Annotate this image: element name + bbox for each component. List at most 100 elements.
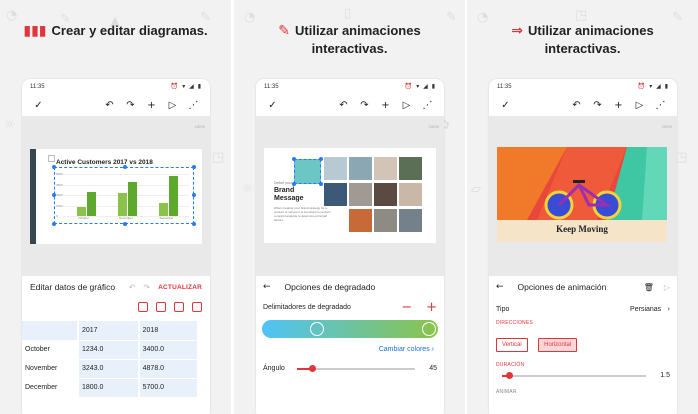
selected-shape[interactable] [292, 157, 323, 186]
duration-slider[interactable] [502, 371, 647, 379]
check-icon[interactable]: ✓ [495, 100, 516, 111]
status-time: 11:35 [30, 83, 45, 90]
back-arrow-icon[interactable]: ← [496, 282, 504, 292]
screenshot-panel-charts: ◔ ✎ ▲ ✎ ☼ ◳ ▮▮▮ Crear y editar diagramas.… [0, 0, 231, 414]
delete-icon[interactable]: 🗑 [644, 283, 654, 292]
headline-text-line2: interactivas. [311, 41, 388, 56]
x-tick-label: November [119, 216, 133, 220]
resize-handle[interactable] [192, 222, 196, 226]
undo-icon[interactable]: ↶ [333, 100, 354, 111]
redo-icon[interactable]: ↷ [120, 100, 141, 111]
insert-column-right-icon[interactable] [192, 302, 202, 312]
check-icon[interactable]: ✓ [28, 100, 49, 111]
insert-row-above-icon[interactable] [138, 302, 148, 312]
table-cell[interactable]: 3243.0 [77, 359, 139, 379]
direction-chip-horizontal[interactable]: Horizontal [538, 338, 578, 352]
type-value[interactable]: Persianas [630, 306, 661, 313]
back-arrow-icon[interactable]: ← [263, 282, 271, 292]
play-icon[interactable]: ▷ [629, 100, 650, 111]
gradient-stop-handle[interactable] [422, 322, 436, 336]
slider-knob[interactable] [506, 371, 514, 379]
photo-tile [399, 157, 422, 180]
undo-icon[interactable]: ↶ [99, 100, 120, 111]
slide-chart[interactable]: Active Customers 2017 vs 2018 6000 4500 30… [30, 149, 202, 244]
resize-handle[interactable] [123, 222, 127, 226]
decor-icon: ◳ [575, 8, 588, 23]
resize-handle[interactable] [192, 193, 196, 197]
y-tick-label: 0 [56, 214, 58, 218]
chevron-right-icon: › [431, 346, 434, 353]
slide-title-line: Message [274, 195, 304, 202]
table-cell[interactable]: 1234.0 [77, 340, 139, 360]
chart-selection[interactable]: 6000 4500 3000 1500 0 October November December [52, 165, 196, 226]
chart-bar [77, 207, 87, 216]
share-icon[interactable]: ⋰ [417, 100, 438, 111]
table-cell[interactable]: October [22, 340, 78, 360]
redo-icon[interactable]: ↷ [354, 100, 375, 111]
change-colors-link[interactable]: Cambiar colores › [256, 346, 444, 353]
gradient-stop-handle[interactable] [310, 322, 324, 336]
slide-brand[interactable]: Define your Brand Message When creating … [264, 148, 436, 243]
remove-stop-icon[interactable]: − [401, 300, 412, 315]
table-cell[interactable]: 4878.0 [137, 359, 197, 379]
slide-keep-moving[interactable]: Keep Moving [497, 147, 667, 242]
add-icon[interactable]: + [375, 100, 396, 111]
data-table: 2017 2018 October 1234.0 3400.0 November… [22, 321, 197, 398]
type-label: Tipo [496, 305, 510, 313]
zoom-level: 100% [428, 124, 439, 129]
table-row: November 3243.0 4878.0 [22, 359, 197, 379]
gradient-bar[interactable] [262, 320, 438, 338]
table-cell[interactable]: 5700.0 [137, 378, 197, 398]
play-icon[interactable]: ▷ [664, 283, 670, 292]
add-stop-icon[interactable]: + [426, 300, 437, 315]
slider-knob[interactable] [308, 364, 316, 372]
resize-handle[interactable] [52, 165, 56, 169]
insert-column-left-icon[interactable] [174, 302, 184, 312]
angle-slider[interactable] [296, 364, 416, 372]
resize-handle[interactable] [52, 222, 56, 226]
table-cell[interactable]: December [22, 378, 78, 398]
status-bar: 11:35 ⏰ ▾ ◢ ▮ [22, 79, 210, 94]
undo-icon[interactable]: ↶ [566, 100, 587, 111]
insert-row-below-icon[interactable] [156, 302, 166, 312]
table-cell[interactable]: 2018 [137, 321, 197, 341]
table-cell[interactable]: 2017 [77, 321, 139, 341]
table-cell[interactable]: 3400.0 [137, 340, 197, 360]
table-cell[interactable]: 1800.0 [77, 378, 139, 398]
resize-handle[interactable] [123, 165, 127, 169]
play-icon[interactable]: ▷ [162, 100, 183, 111]
add-icon[interactable]: + [141, 100, 162, 111]
animation-options-sheet: ← Opciones de animación 🗑 ▷ Tipo Persian… [489, 276, 677, 414]
resize-handle[interactable] [192, 165, 196, 169]
redo-icon[interactable]: ↷ [143, 283, 150, 292]
headline-text-line2: interactivas. [544, 41, 621, 56]
slide-canvas: 100% Active Customers 2017 vs 2018 6000 4… [22, 116, 210, 299]
photo-tile [349, 183, 372, 206]
selection-checkbox[interactable] [48, 155, 55, 162]
play-icon[interactable]: ▷ [396, 100, 417, 111]
direction-chip-vertical[interactable]: Vertical [496, 338, 528, 352]
screenshot-panel-gradient: ◔ ▯ ✎ ☼ ✿ ✎ Utilizar animaciones interact… [234, 0, 465, 414]
table-cell[interactable]: November [22, 359, 78, 379]
share-icon[interactable]: ⋰ [650, 100, 671, 111]
check-icon[interactable]: ✓ [262, 100, 283, 111]
resize-handle[interactable] [292, 182, 296, 186]
update-button[interactable]: ACTUALIZAR [158, 284, 202, 291]
slide-accent-bar [30, 149, 36, 244]
status-bar: 11:35 ⏰ ▾ ◢ ▮ [256, 79, 444, 94]
status-icons: ⏰ ▾ ◢ ▮ [637, 83, 669, 90]
photo-tile [374, 183, 397, 206]
resize-handle[interactable] [319, 157, 323, 161]
duration-label: DURACIÓN [496, 362, 525, 368]
redo-icon[interactable]: ↷ [587, 100, 608, 111]
table-cell[interactable] [22, 321, 78, 341]
resize-handle[interactable] [292, 157, 296, 161]
add-icon[interactable]: + [608, 100, 629, 111]
screenshot-panel-animation: ◔ ◳ ✎ ▱ ◳ ⇒ Utilizar animaciones interact… [467, 0, 698, 414]
share-icon[interactable]: ⋰ [183, 100, 204, 111]
undo-icon[interactable]: ↶ [129, 283, 136, 292]
resize-handle[interactable] [319, 182, 323, 186]
animate-label: ANIMAR [496, 389, 517, 395]
panel-headline: ⇒ Utilizar animaciones interactivas. [467, 22, 698, 57]
slide-canvas: 100% Keep Moving [489, 116, 677, 299]
